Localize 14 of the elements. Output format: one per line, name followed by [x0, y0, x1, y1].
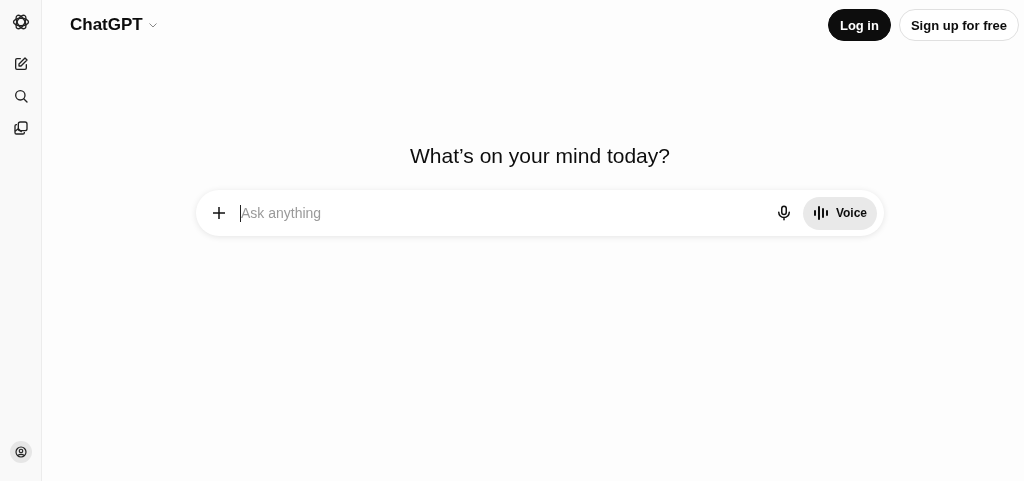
- voice-button[interactable]: Voice: [802, 196, 877, 230]
- user-icon: [14, 446, 27, 458]
- search-icon[interactable]: [12, 88, 29, 104]
- logo-icon[interactable]: [10, 12, 31, 32]
- new-chat-icon[interactable]: [12, 56, 29, 72]
- model-selector[interactable]: ChatGPT: [70, 15, 159, 35]
- plus-icon[interactable]: [210, 204, 228, 222]
- heading: What’s on your mind today?: [409, 144, 670, 168]
- waveform-icon: [812, 205, 831, 221]
- profile-button[interactable]: [9, 441, 32, 463]
- images-icon[interactable]: [12, 120, 29, 136]
- signup-button[interactable]: Sign up for free: [898, 9, 1019, 41]
- login-button[interactable]: Log in: [827, 9, 891, 41]
- prompt-field[interactable]: Ask anything Voice: [196, 190, 884, 236]
